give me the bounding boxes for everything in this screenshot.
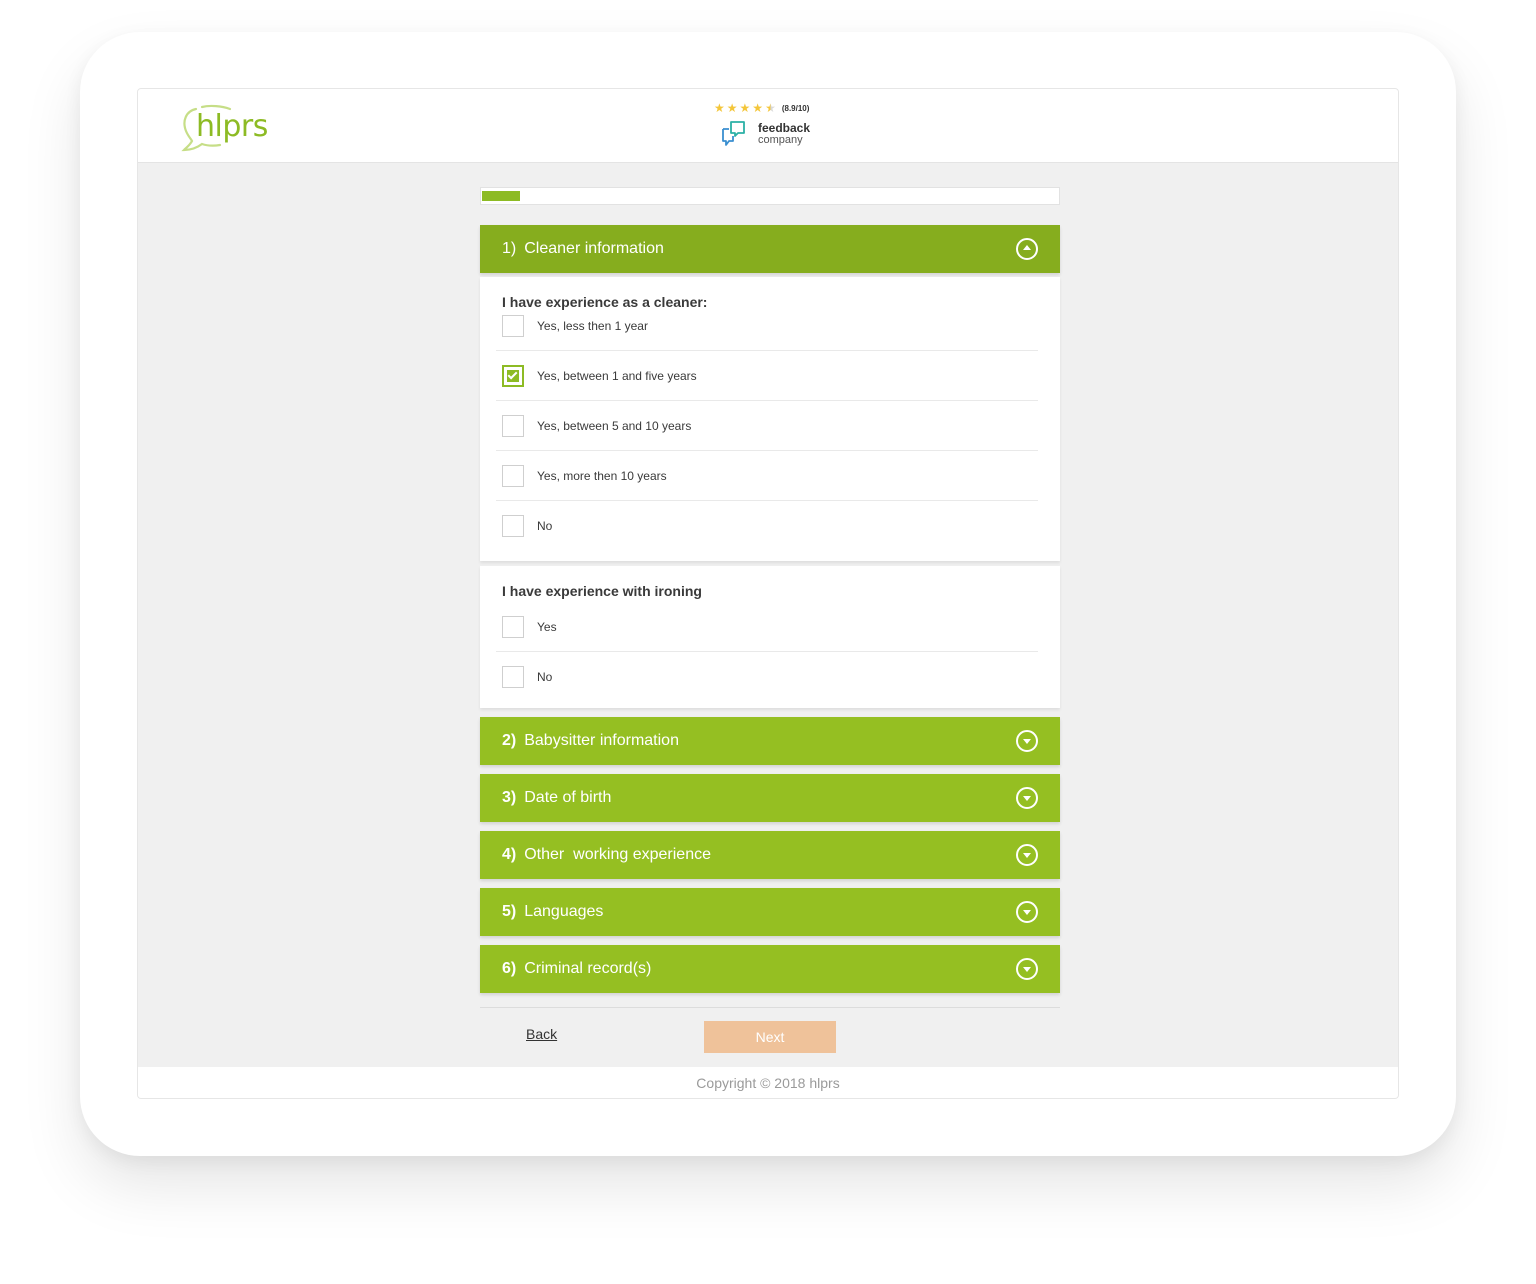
rating-score: (8.9/10) — [781, 103, 810, 113]
option-row[interactable]: Yes, between 1 and five years — [496, 351, 1038, 401]
hlprs-logo[interactable]: hlprs — [180, 103, 272, 155]
section-header-criminal-records[interactable]: 6) Criminal record(s) — [480, 945, 1060, 993]
progress-bar — [480, 187, 1060, 205]
progress-fill — [482, 191, 520, 201]
option-label: Yes, between 5 and 10 years — [537, 418, 692, 433]
section-header-date-of-birth[interactable]: 3) Date of birth — [480, 774, 1060, 822]
expand-icon[interactable] — [1016, 787, 1038, 809]
checkbox[interactable] — [502, 615, 524, 638]
section-title: Other working experience — [524, 846, 711, 863]
section-number: 5) — [502, 903, 517, 920]
next-button[interactable]: Next — [704, 1021, 836, 1053]
option-row[interactable]: Yes, between 5 and 10 years — [496, 401, 1038, 451]
section-title: Date of birth — [524, 789, 612, 806]
option-row[interactable]: No — [496, 501, 1038, 551]
feedback-title: feedback — [758, 121, 811, 135]
feedback-rating[interactable]: ★ ★ ★ ★ ★ (8.9/10) feedback company — [714, 101, 834, 151]
collapse-icon[interactable] — [1016, 238, 1038, 260]
option-label: Yes — [537, 619, 557, 634]
footer: Copyright © 2018 hlprs — [138, 1067, 1398, 1098]
checkmark-icon — [507, 369, 518, 379]
option-label: No — [537, 519, 553, 533]
option-row[interactable]: Yes, less then 1 year — [496, 301, 1038, 351]
copyright-text: Copyright © 2018 hlprs — [696, 1075, 840, 1091]
feedback-subtitle: company — [758, 134, 803, 146]
expand-icon[interactable] — [1016, 730, 1038, 752]
option-label: Yes, less then 1 year — [537, 318, 648, 333]
feedback-company-icon — [722, 121, 745, 146]
section-number: 3) — [502, 789, 517, 806]
option-label: Yes, between 1 and five years — [537, 368, 697, 383]
section-title: Languages — [524, 903, 604, 920]
section-title: Babysitter information — [524, 732, 679, 749]
section-number: 1) — [502, 240, 517, 257]
expand-icon[interactable] — [1016, 958, 1038, 980]
expand-icon[interactable] — [1016, 901, 1038, 923]
option-label: No — [537, 670, 553, 684]
section-number: 6) — [502, 960, 517, 977]
app-screen: hlprs ★ ★ ★ ★ ★ (8.9/10) feedback compan… — [137, 88, 1399, 1099]
option-label: Yes, more then 10 years — [537, 468, 667, 483]
section-header-babysitter-information[interactable]: 2) Babysitter information — [480, 717, 1060, 765]
star-icon: ★ — [739, 101, 751, 115]
section-number: 2) — [502, 732, 517, 749]
section-title: Cleaner information — [524, 240, 664, 257]
section-header-cleaner-information[interactable]: 1) Cleaner information — [480, 225, 1060, 273]
checkbox[interactable] — [502, 666, 524, 688]
checkbox[interactable] — [502, 464, 524, 487]
expand-icon[interactable] — [1016, 844, 1038, 866]
logo-text: hlprs — [196, 109, 268, 144]
question-panel-ironing: I have experience with ironing Yes No — [480, 566, 1060, 708]
back-link[interactable]: Back — [526, 1026, 557, 1042]
star-icon: ★ — [726, 101, 738, 115]
checkbox-checked[interactable] — [502, 364, 524, 387]
section-title: Criminal record(s) — [524, 960, 652, 977]
question-title: I have experience with ironing — [502, 583, 702, 599]
option-row[interactable]: No — [496, 652, 1038, 702]
question-panel-cleaner: I have experience as a cleaner: Yes, les… — [480, 277, 1060, 561]
star-rating: ★ ★ ★ ★ ★ (8.9/10) — [714, 101, 809, 115]
option-row[interactable]: Yes, more then 10 years — [496, 451, 1038, 501]
divider — [480, 1007, 1060, 1008]
checkbox[interactable] — [502, 314, 524, 337]
checkbox[interactable] — [502, 515, 524, 537]
section-header-other-working-experience[interactable]: 4) Other working experience — [480, 831, 1060, 879]
half-star-icon: ★ — [765, 101, 776, 115]
section-header-languages[interactable]: 5) Languages — [480, 888, 1060, 936]
checkbox[interactable] — [502, 414, 524, 437]
option-row[interactable]: Yes — [496, 602, 1038, 652]
star-icon: ★ — [752, 101, 764, 115]
section-number: 4) — [502, 846, 517, 863]
top-bar: hlprs ★ ★ ★ ★ ★ (8.9/10) feedback compan… — [138, 89, 1398, 163]
star-icon: ★ — [714, 101, 725, 115]
